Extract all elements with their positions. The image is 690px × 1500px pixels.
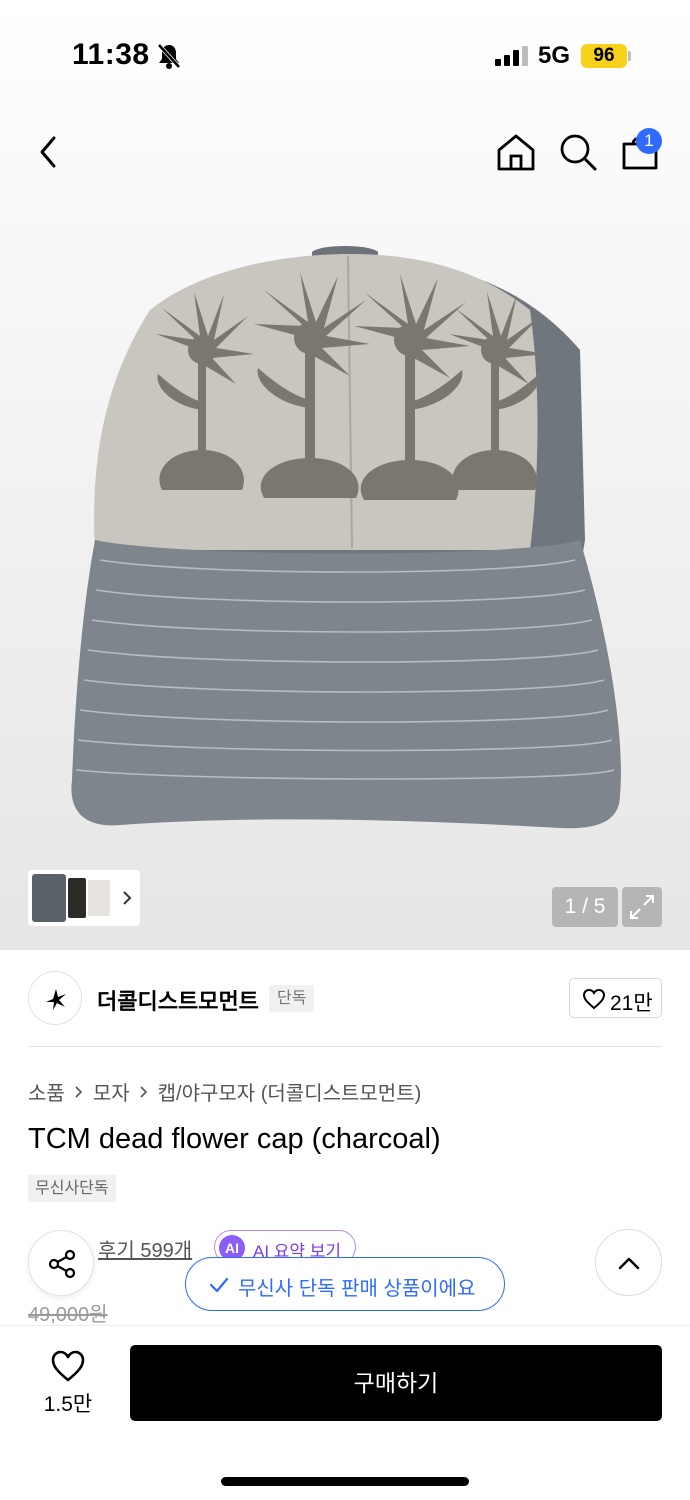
home-icon[interactable] bbox=[494, 130, 538, 174]
brand-exclusive-tag: 단독 bbox=[269, 985, 315, 1012]
expand-button[interactable] bbox=[622, 887, 662, 927]
image-page-counter: 1 / 5 bbox=[552, 887, 618, 927]
buy-button[interactable]: 구매하기 bbox=[130, 1345, 662, 1421]
original-price: 49,000원 bbox=[28, 1304, 108, 1326]
thumbnail-strip[interactable] bbox=[28, 870, 140, 926]
brand-star-icon bbox=[46, 989, 66, 1010]
search-icon[interactable] bbox=[556, 130, 600, 174]
heart-icon[interactable] bbox=[50, 1349, 86, 1383]
brand-logo[interactable] bbox=[28, 971, 82, 1025]
battery-icon bbox=[628, 51, 631, 61]
share-button[interactable] bbox=[28, 1230, 94, 1296]
scroll-top-button[interactable] bbox=[595, 1229, 662, 1296]
divider bbox=[28, 1046, 662, 1047]
chevron-up-icon bbox=[618, 1257, 640, 1270]
home-indicator bbox=[221, 1477, 469, 1486]
chevron-right-icon bbox=[140, 1085, 147, 1098]
brand-like-count: 21만 bbox=[610, 992, 653, 1015]
product-title: TCM dead flower cap (charcoal) bbox=[28, 1123, 441, 1155]
chevron-right-icon[interactable] bbox=[120, 888, 134, 908]
wish-count: 1.5만 bbox=[43, 1393, 93, 1416]
check-icon bbox=[209, 1277, 229, 1293]
back-icon[interactable] bbox=[28, 130, 72, 174]
breadcrumb-item-1[interactable]: 소품 bbox=[28, 1077, 65, 1106]
share-icon bbox=[48, 1249, 76, 1279]
cart-badge: 1 bbox=[636, 128, 662, 154]
thumbnail-3[interactable] bbox=[88, 880, 110, 916]
signal-icon bbox=[495, 46, 528, 66]
breadcrumb: 소품 모자 캡/야구모자 (더콜디스트모먼트) bbox=[28, 1077, 421, 1106]
bell-muted-icon bbox=[157, 43, 181, 69]
breadcrumb-item-3[interactable]: 캡/야구모자 (더콜디스트모먼트) bbox=[158, 1077, 422, 1106]
battery-level: 96 bbox=[581, 44, 627, 68]
brand-name[interactable]: 더콜디스트모먼트 bbox=[97, 984, 259, 1016]
expand-icon bbox=[630, 895, 654, 919]
breadcrumb-item-2[interactable]: 모자 bbox=[93, 1077, 130, 1106]
heart-icon bbox=[582, 988, 606, 1010]
toast-text: 무신사 단독 판매 상품이에요 bbox=[238, 1278, 476, 1300]
status-time: 11:38 bbox=[72, 38, 150, 71]
review-link[interactable]: 후기 599개 bbox=[98, 1234, 192, 1263]
product-image[interactable] bbox=[60, 240, 630, 840]
network-type: 5G bbox=[538, 42, 571, 69]
exclusive-toast: 무신사 단독 판매 상품이에요 bbox=[185, 1257, 505, 1311]
thumbnail-1[interactable] bbox=[32, 874, 66, 922]
brand-like-button[interactable]: 21만 bbox=[569, 978, 662, 1018]
chevron-right-icon bbox=[75, 1085, 82, 1098]
exclusive-tag: 무신사단독 bbox=[28, 1175, 116, 1202]
status-bar: 11:38 5G 96 bbox=[0, 0, 690, 110]
thumbnail-2[interactable] bbox=[68, 878, 86, 918]
